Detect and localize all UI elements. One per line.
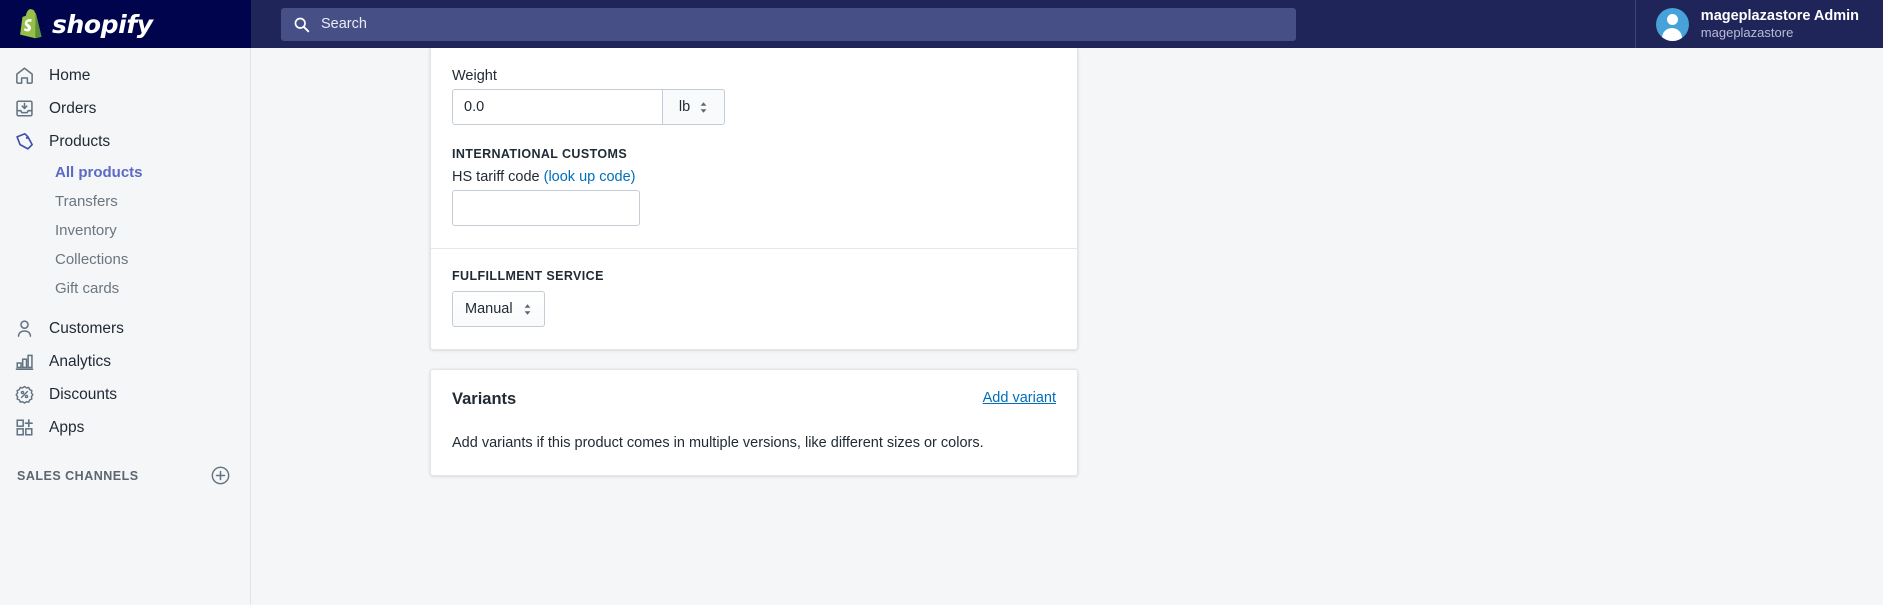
sidebar-item-collections[interactable]: Collections [0, 245, 250, 274]
weight-unit-label: lb [678, 99, 691, 115]
user-name-block: mageplazastore Admin mageplazastore [1701, 8, 1859, 41]
sidebar-item-home[interactable]: Home [0, 59, 250, 92]
user-display-name: mageplazastore Admin [1700, 7, 1859, 24]
fulfillment-service-value: Manual [465, 301, 513, 317]
avatar-body-shape [1662, 27, 1683, 41]
sidebar-item-label: Analytics [49, 352, 112, 370]
hs-tariff-label-row: HS tariff code (look up code) [452, 169, 1056, 185]
card-gap [430, 350, 1078, 369]
shipping-card: Weight lb INTE [430, 48, 1078, 350]
apps-grid-plus-icon [16, 419, 33, 436]
sidebar-subitem-label: All products [55, 164, 143, 181]
customer-person-icon [17, 320, 32, 337]
shopify-wordmark: shopify [52, 9, 153, 39]
shopify-logo[interactable]: shopify [16, 9, 153, 39]
weight-unit-select[interactable]: lb [663, 89, 725, 125]
sidebar-item-label: Products [49, 132, 111, 150]
hs-tariff-code-input[interactable] [452, 190, 640, 226]
main-content: Weight lb INTE [251, 48, 1883, 605]
user-menu[interactable]: mageplazastore Admin mageplazastore [1634, 0, 1883, 48]
search-icon [294, 17, 310, 32]
discount-percent-icon [15, 385, 34, 404]
chevron-up-down-icon [700, 101, 707, 113]
sidebar-item-inventory[interactable]: Inventory [0, 216, 250, 245]
weight-input-group: lb [452, 89, 725, 125]
chevron-up-down-icon [524, 303, 530, 315]
fulfillment-service-heading: FULFILLMENT SERVICE [452, 269, 604, 283]
sidebar-navigation: Home Orders Products All products Transf… [0, 48, 251, 605]
sidebar-item-label: Customers [49, 319, 124, 337]
hs-tariff-label: HS tariff code [452, 169, 540, 185]
variants-header: Variants Add variant [452, 390, 1056, 409]
products-tag-icon [16, 132, 33, 150]
search-area: Search [251, 0, 1635, 48]
sidebar-item-label: Apps [49, 418, 85, 436]
search-input[interactable]: Search [281, 7, 1296, 41]
sidebar-item-customers[interactable]: Customers [0, 312, 250, 345]
shopify-admin-window: shopify Search mageplazastore Admin mage… [0, 0, 1883, 605]
sidebar-item-transfers[interactable]: Transfers [0, 187, 250, 216]
brand-logo-area[interactable]: shopify [0, 0, 251, 48]
sidebar-subitem-label: Inventory [55, 222, 117, 239]
weight-input[interactable] [452, 89, 663, 125]
variants-section: Variants Add variant Add variants if thi… [431, 370, 1077, 475]
fulfillment-service-section: FULFILLMENT SERVICE Manual [431, 248, 1077, 349]
sidebar-item-label: Home [49, 66, 91, 84]
sales-channels-title: SALES CHANNELS [17, 468, 139, 483]
international-customs-heading: INTERNATIONAL CUSTOMS [452, 147, 628, 161]
user-store-name: mageplazastore [1700, 24, 1794, 40]
variants-description: Add variants if this product comes in mu… [452, 435, 984, 451]
weight-section: Weight lb INTE [431, 48, 1077, 248]
orders-inbox-icon [16, 100, 33, 117]
home-icon [16, 67, 33, 84]
sidebar-item-discounts[interactable]: Discounts [0, 378, 250, 411]
variants-title: Variants [452, 390, 517, 408]
sidebar-item-apps[interactable]: Apps [0, 411, 250, 444]
sidebar-subitem-label: Collections [55, 251, 129, 268]
top-navigation-bar: shopify Search mageplazastore Admin mage… [0, 0, 1883, 48]
sidebar-item-label: Discounts [49, 385, 118, 403]
analytics-bars-icon [15, 354, 34, 371]
avatar-head-shape [1666, 13, 1678, 25]
product-form-column: Weight lb INTE [430, 48, 1078, 477]
sidebar-item-all-products[interactable]: All products [0, 158, 250, 187]
fulfillment-service-select[interactable]: Manual [452, 291, 545, 327]
look-up-code-link[interactable]: (look up code) [544, 169, 636, 185]
sidebar-item-analytics[interactable]: Analytics [0, 345, 250, 378]
sidebar-item-label: Orders [49, 99, 97, 117]
sidebar-subitem-label: Gift cards [55, 280, 120, 297]
sidebar-item-gift-cards[interactable]: Gift cards [0, 274, 250, 303]
sidebar-item-products[interactable]: Products [0, 125, 250, 158]
plus-circle-icon[interactable] [211, 466, 230, 485]
sales-channels-section-header: SALES CHANNELS [0, 444, 250, 485]
sidebar-subitem-label: Transfers [55, 193, 118, 210]
avatar [1655, 7, 1689, 41]
body-row: Home Orders Products All products Transf… [0, 48, 1883, 605]
weight-label: Weight [452, 68, 497, 84]
sidebar-item-orders[interactable]: Orders [0, 92, 250, 125]
variants-card: Variants Add variant Add variants if thi… [430, 369, 1078, 477]
add-variant-link[interactable]: Add variant [983, 390, 1056, 406]
shopify-bag-logo-icon [20, 9, 42, 39]
search-placeholder: Search [321, 16, 367, 32]
